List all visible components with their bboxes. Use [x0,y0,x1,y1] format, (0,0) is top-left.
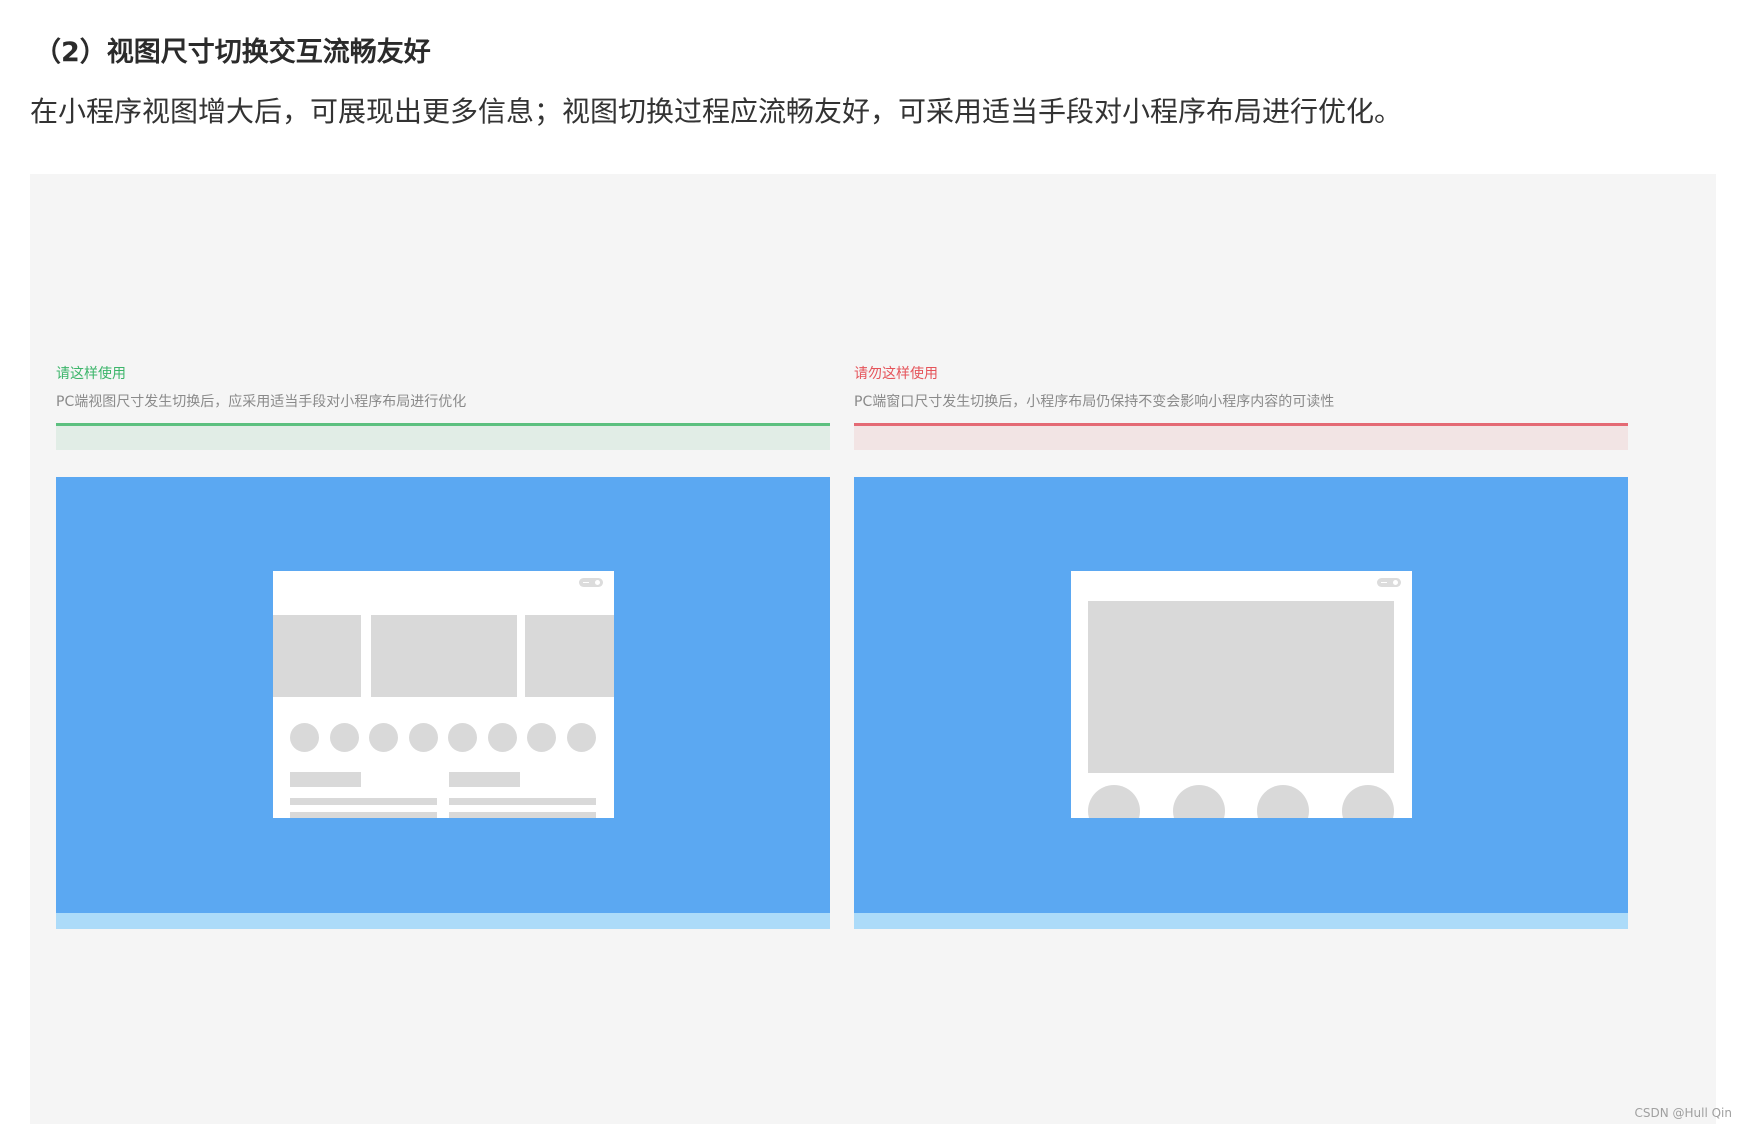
banner-placeholder [1088,601,1394,773]
window-control-icon [1377,578,1401,587]
do-panel: 请这样使用 PC端视图尺寸发生切换后，应采用适当手段对小程序布局进行优化 [56,364,830,929]
dont-note: PC端窗口尺寸发生切换后，小程序布局仍保持不变会影响小程序内容的可读性 [854,394,1335,410]
icon-placeholder [1173,785,1225,818]
stage-footer [854,913,1628,929]
icon-placeholder [567,723,596,752]
watermark: CSDN @Hull Qin [1634,1106,1732,1120]
icon-placeholder [527,723,556,752]
text-line-placeholder [290,812,437,818]
icon-placeholder [488,723,517,752]
dont-panel: 请勿这样使用 PC端窗口尺寸发生切换后，小程序布局仍保持不变会影响小程序内容的可… [854,364,1628,929]
text-line-placeholder [449,798,596,805]
icon-placeholder [369,723,398,752]
section-description: 在小程序视图增大后，可展现出更多信息；视图切换过程应流畅友好，可采用适当手段对小… [30,95,1403,128]
unchanged-window-mockup [1071,571,1412,818]
icon-placeholder [1088,785,1140,818]
text-line-placeholder [290,798,437,805]
banner-placeholder [273,615,361,697]
stage-footer [56,913,830,929]
do-status-bar [56,423,830,450]
text-line-placeholder [449,812,596,818]
icon-placeholder [290,723,319,752]
dont-status-bar [854,423,1628,450]
do-note: PC端视图尺寸发生切换后，应采用适当手段对小程序布局进行优化 [56,394,467,410]
icon-placeholder [409,723,438,752]
icon-placeholder [1257,785,1309,818]
dont-heading: 请勿这样使用 [854,366,938,382]
banner-placeholder [525,615,614,697]
dont-stage [854,477,1628,929]
icon-placeholder [448,723,477,752]
icon-placeholder [330,723,359,752]
heading-placeholder [449,772,520,787]
window-control-icon [579,578,603,587]
icon-placeholder [1342,785,1394,818]
section-title: （2）视图尺寸切换交互流畅友好 [34,37,431,68]
resized-window-mockup [273,571,614,818]
banner-placeholder [371,615,517,697]
do-stage [56,477,830,929]
heading-placeholder [290,772,361,787]
do-heading: 请这样使用 [56,366,126,382]
